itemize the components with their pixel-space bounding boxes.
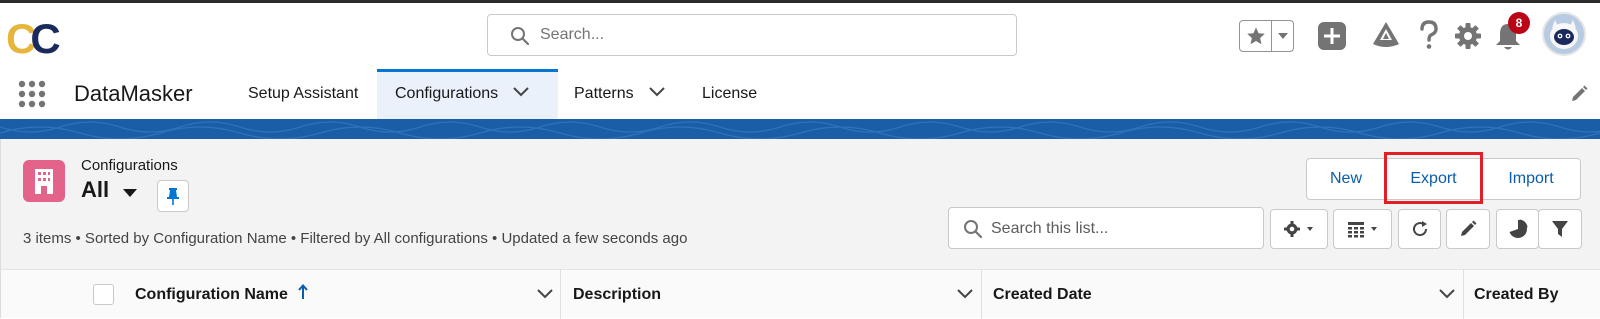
list-settings-button[interactable] [1270, 209, 1328, 249]
column-menu-chevron-down-icon[interactable] [957, 289, 973, 299]
pin-list-view-button[interactable] [157, 180, 189, 212]
tab-label: Patterns [574, 85, 634, 103]
search-icon [511, 27, 530, 46]
app-navigation-bar: DataMasker Setup Assistant Configuration… [0, 69, 1600, 119]
inline-edit-button[interactable] [1446, 209, 1490, 249]
header-decorative-band [0, 119, 1600, 139]
sort-ascending-arrow-icon [298, 283, 309, 299]
filter-icon [1552, 221, 1568, 237]
favorites-button[interactable] [1239, 20, 1294, 52]
company-logo[interactable]: CC [6, 17, 66, 61]
column-menu-chevron-down-icon[interactable] [1439, 289, 1455, 299]
list-view-name[interactable]: All [81, 177, 109, 203]
gear-icon [1284, 221, 1313, 237]
charts-button[interactable] [1496, 209, 1539, 249]
tab-configurations[interactable]: Configurations [377, 69, 558, 119]
gear-icon[interactable] [1454, 22, 1482, 50]
search-icon [964, 220, 983, 239]
tab-label: Configurations [395, 85, 499, 103]
list-status-text: 3 items • Sorted by Configuration Name •… [23, 230, 688, 247]
avatar-astro-image [1544, 14, 1584, 54]
tab-setup-assistant[interactable]: Setup Assistant [232, 69, 380, 119]
app-launcher-waffle-icon[interactable] [17, 79, 47, 109]
content-area: Configurations All New Export Import Sea… [0, 139, 1600, 319]
list-search-placeholder: Search this list... [991, 220, 1109, 237]
tab-label: Setup Assistant [248, 85, 359, 102]
logo-letter-2: C [30, 15, 60, 62]
display-as-table-button[interactable] [1333, 209, 1392, 249]
column-label: Description [573, 286, 662, 303]
object-label: Configurations [81, 157, 178, 174]
column-header-created-date[interactable]: Created Date [993, 270, 1092, 319]
column-header-configuration-name[interactable]: Configuration Name [135, 270, 309, 319]
select-all-checkbox[interactable] [93, 284, 114, 305]
export-highlight-box [1384, 152, 1483, 204]
star-icon[interactable] [1240, 21, 1272, 51]
column-header-description[interactable]: Description [573, 270, 661, 319]
column-menu-chevron-down-icon[interactable] [537, 289, 553, 299]
column-header-created-by[interactable]: Created By [1474, 270, 1558, 319]
pencil-icon [1461, 220, 1477, 236]
tab-patterns[interactable]: Patterns [559, 69, 687, 119]
help-icon[interactable] [1418, 20, 1440, 50]
list-view-card: Configurations All New Export Import Sea… [0, 139, 1600, 319]
favorites-chevron-down-icon[interactable] [1272, 21, 1293, 51]
configuration-object-icon [23, 160, 65, 202]
edit-nav-pencil-icon[interactable] [1570, 85, 1588, 103]
avatar[interactable] [1542, 12, 1586, 56]
column-label: Configuration Name [135, 286, 288, 303]
new-button[interactable]: New [1306, 158, 1386, 200]
refresh-button[interactable] [1398, 209, 1441, 249]
tab-label: License [702, 85, 758, 102]
trailhead-icon[interactable] [1371, 20, 1401, 50]
column-label: Created By [1474, 286, 1559, 303]
list-search-input[interactable]: Search this list... [948, 207, 1264, 249]
global-search-input[interactable]: Search... [487, 14, 1017, 56]
notification-badge: 8 [1508, 12, 1530, 34]
table-header-row: Configuration Name Description Created D… [1, 269, 1600, 319]
list-view-chevron-down-icon[interactable] [122, 188, 138, 198]
app-name: DataMasker [74, 81, 193, 106]
building-icon [35, 169, 53, 194]
chevron-down-icon[interactable] [648, 69, 666, 119]
global-header: CC Search... 8 [0, 3, 1600, 69]
refresh-icon [1412, 221, 1427, 237]
tab-license[interactable]: License [689, 69, 779, 119]
pin-icon [167, 188, 179, 205]
table-icon [1347, 222, 1377, 238]
pie-chart-icon [1509, 219, 1527, 238]
search-placeholder: Search... [540, 26, 605, 43]
band-pattern [0, 121, 1600, 139]
column-divider[interactable] [560, 270, 561, 319]
logo-letter-1: C [6, 15, 36, 62]
column-divider[interactable] [981, 270, 982, 319]
column-label: Created Date [993, 286, 1092, 303]
import-button[interactable]: Import [1481, 158, 1581, 200]
column-divider[interactable] [1463, 270, 1464, 319]
filter-button[interactable] [1538, 209, 1582, 249]
add-icon[interactable] [1318, 22, 1346, 50]
chevron-down-icon[interactable] [512, 72, 530, 116]
